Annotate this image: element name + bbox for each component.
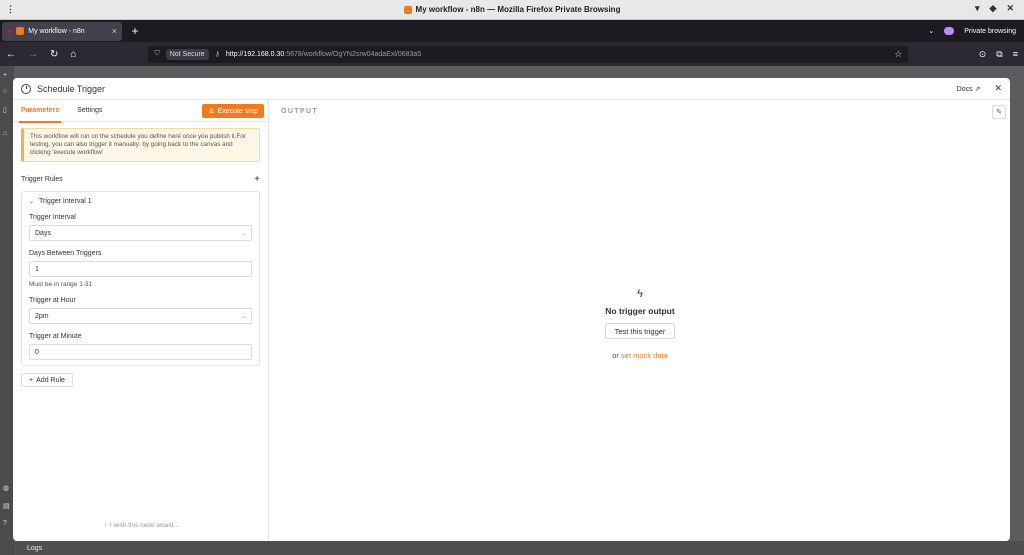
trigger-interval-value: Days — [35, 229, 51, 237]
key-icon[interactable]: ⚷ — [215, 50, 220, 58]
trigger-minute-label: Trigger at Minute — [29, 333, 82, 340]
forward-icon[interactable]: → — [28, 49, 38, 60]
logs-label: Logs — [27, 544, 43, 552]
schedule-notice: This workflow will run on the schedule y… — [21, 128, 260, 162]
chevron-down-icon: ⌄ — [240, 313, 246, 320]
sidebar-help-icon[interactable]: ? — [3, 520, 7, 527]
window-title: My workflow - n8n — Mozilla Firefox Priv… — [415, 5, 621, 14]
trigger-minute-value: 0 — [35, 348, 39, 356]
days-range-hint: Must be in range 1-31 — [29, 281, 93, 288]
bookmark-star-icon[interactable]: ☆ — [894, 49, 902, 60]
tab-close-icon[interactable]: × — [112, 26, 117, 36]
no-output-title: No trigger output — [605, 306, 675, 316]
add-rule-button[interactable]: + Add Rule — [21, 373, 73, 387]
or-text: or — [612, 351, 619, 360]
n8n-favicon-icon — [403, 5, 412, 14]
extensions-icon[interactable]: ⧉ — [996, 49, 1002, 60]
sidebar-panel-icon[interactable]: ▯ — [3, 106, 7, 114]
app-menu-icon[interactable]: ≡ — [1013, 49, 1018, 60]
trigger-rules-label: Trigger Rules — [21, 176, 63, 183]
reload-icon[interactable]: ↻ — [50, 49, 58, 60]
clock-icon — [21, 83, 31, 94]
lightning-icon: ϟ — [637, 288, 643, 300]
sidebar-home-icon[interactable]: ⌂ — [3, 130, 7, 137]
plus-icon: + — [29, 376, 34, 384]
sidebar-insights-icon[interactable]: ▤ — [3, 502, 10, 510]
execute-step-label: Execute step — [217, 107, 258, 115]
output-empty-state: ϟ No trigger output Test this trigger or… — [270, 288, 1010, 360]
trigger-rules-header: Trigger Rules + — [21, 174, 260, 185]
pocket-icon[interactable]: ⊙ — [979, 49, 987, 60]
execute-step-button[interactable]: ♙ Execute step — [202, 104, 264, 118]
maximize-icon[interactable]: ◆ — [990, 3, 997, 14]
trigger-hour-value: 2pm — [35, 312, 49, 320]
trigger-minute-input[interactable]: 0 — [29, 344, 252, 360]
docs-link[interactable]: Docs ⇗ — [957, 85, 981, 93]
home-icon[interactable]: ⌂ — [70, 49, 76, 60]
trigger-interval-select[interactable]: Days ⌄ — [29, 225, 252, 241]
node-modal: Schedule Trigger Docs ⇗ ✕ Parameters Set… — [13, 78, 1010, 541]
flask-icon: ♙ — [208, 108, 215, 115]
list-tabs-icon[interactable]: ⌄ — [928, 27, 934, 35]
days-between-value: 1 — [35, 265, 39, 273]
trigger-hour-select[interactable]: 2pm ⌄ — [29, 308, 252, 324]
trigger-hour-label: Trigger at Hour — [29, 297, 76, 304]
feedback-label: I wish this node would... — [109, 522, 179, 529]
chevron-down-icon: ⌄ — [240, 230, 246, 237]
new-tab-icon[interactable]: + — [128, 24, 142, 38]
sidebar-add-icon[interactable]: + — [3, 72, 7, 79]
trigger-rule-card: ⌄ Trigger Interval 1 Trigger Interval Da… — [21, 191, 260, 366]
parameters-panel: Parameters Settings ♙ Execute step This … — [13, 100, 269, 541]
close-modal-icon[interactable]: ✕ — [994, 83, 1002, 94]
days-between-label: Days Between Triggers — [29, 250, 102, 257]
edit-pencil-icon[interactable]: ✎ — [992, 105, 1006, 119]
nav-bar: ← → ↻ ⌂ ⛉ Not Secure ⚷ http://192.168.0.… — [0, 42, 1024, 66]
test-trigger-button[interactable]: Test this trigger — [605, 323, 675, 339]
back-icon[interactable]: ← — [6, 49, 16, 60]
browser-tab[interactable]: ◉ My workflow - n8n × — [2, 21, 122, 41]
rule-title-row[interactable]: ⌄ Trigger Interval 1 — [29, 198, 252, 205]
tab-bar: ◉ My workflow - n8n × + ⌄ Private browsi… — [0, 20, 1024, 42]
node-title[interactable]: Schedule Trigger — [37, 84, 105, 94]
rule-title: Trigger Interval 1 — [39, 198, 92, 205]
add-rule-plus-icon[interactable]: + — [254, 174, 260, 185]
lightbulb-icon: ♀ — [103, 522, 109, 529]
shield-icon[interactable]: ⛉ — [154, 50, 159, 58]
panel-tabs: Parameters Settings ♙ Execute step — [13, 100, 268, 123]
days-between-input[interactable]: 1 — [29, 261, 252, 277]
private-browsing-label: Private browsing — [964, 27, 1016, 35]
external-link-icon: ⇗ — [974, 85, 981, 93]
window-menu-icon[interactable]: ⋮ — [6, 4, 15, 15]
private-browsing-icon — [944, 27, 955, 35]
url-host: http://192.168.0.30 — [225, 50, 285, 58]
not-secure-badge[interactable]: Not Secure — [165, 48, 209, 60]
minimize-icon[interactable]: ▾ — [975, 3, 980, 14]
url-path: :5678/workflow/OgYN2srw04adaExl/0683a5 — [284, 50, 422, 58]
window-titlebar: ⋮ My workflow - n8n — Mozilla Firefox Pr… — [0, 0, 1024, 20]
url-bar[interactable]: ⛉ Not Secure ⚷ http://192.168.0.30:5678/… — [148, 45, 909, 63]
modal-header: Schedule Trigger Docs ⇗ ✕ — [13, 78, 1010, 100]
trigger-interval-label: Trigger Interval — [29, 214, 76, 221]
add-rule-label: Add Rule — [36, 376, 65, 384]
sidebar-templates-icon[interactable]: ◍ — [3, 484, 9, 492]
tab-parameters[interactable]: Parameters — [18, 100, 62, 123]
set-mock-data-link[interactable]: set mock data — [621, 351, 668, 360]
private-tab-icon: ◉ — [7, 28, 13, 35]
logs-bar[interactable]: Logs — [14, 541, 1024, 555]
tab-favicon-icon — [16, 27, 25, 35]
sidebar-search-icon[interactable]: ○ — [3, 88, 7, 95]
mock-data-row: or set mock data — [270, 351, 1010, 360]
chevron-down-icon[interactable]: ⌄ — [29, 198, 34, 205]
tab-settings[interactable]: Settings — [77, 107, 102, 114]
feedback-link[interactable]: ♀ I wish this node would... — [13, 522, 269, 529]
tab-title: My workflow - n8n — [28, 27, 85, 35]
close-window-icon[interactable]: ✕ — [1006, 3, 1014, 14]
output-label: OUTPUT — [281, 108, 319, 115]
app-sidebar: + ○ ▯ ⌂ ◍ ▤ ? — [0, 66, 14, 555]
